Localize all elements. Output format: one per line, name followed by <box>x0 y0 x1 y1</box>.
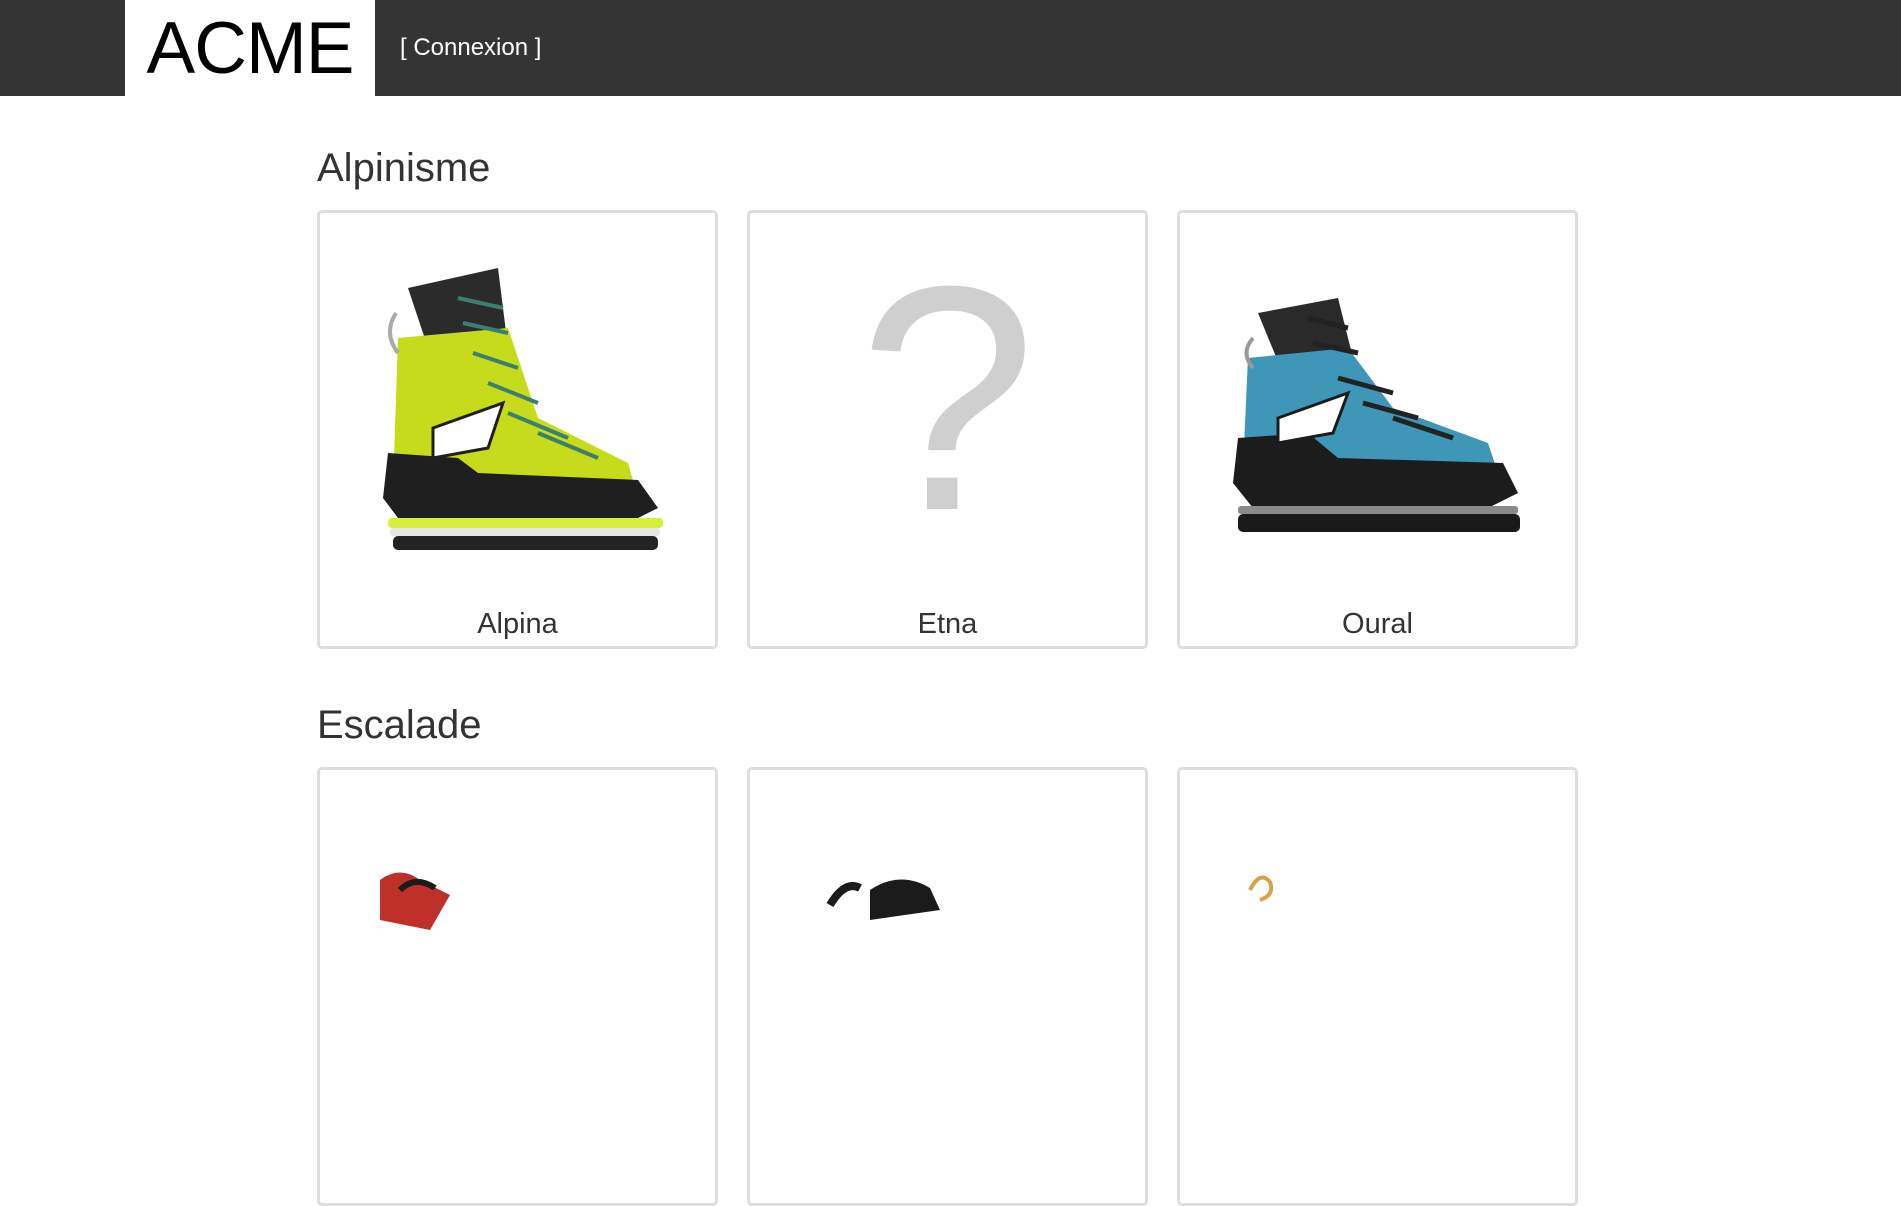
product-image-oural <box>1180 213 1575 583</box>
product-card-alpina[interactable]: Alpina <box>317 210 718 649</box>
product-card-climbing-2[interactable] <box>747 767 1148 1206</box>
product-card-climbing-1[interactable] <box>317 767 718 1206</box>
product-card-etna[interactable]: ? Etna <box>747 210 1148 649</box>
product-image-climbing-1 <box>320 770 715 1140</box>
lime-boot-icon <box>382 268 663 550</box>
black-climbing-shoe-icon <box>826 879 940 920</box>
section-title-alpinisme: Alpinisme <box>317 146 491 190</box>
product-card-climbing-3[interactable] <box>1177 767 1578 1206</box>
top-navbar: ACME [ Connexion ] <box>0 0 1901 96</box>
question-mark-icon: ? <box>858 219 1037 577</box>
product-image-climbing-3 <box>1180 770 1575 1140</box>
acme-logo[interactable]: ACME <box>125 0 375 96</box>
product-name: Alpina <box>477 608 558 640</box>
login-link[interactable]: [ Connexion ] <box>400 34 541 62</box>
product-name: Oural <box>1342 608 1413 640</box>
product-card-oural[interactable]: Oural <box>1177 210 1578 649</box>
product-image-alpina <box>320 213 715 583</box>
product-image-etna: ? <box>750 213 1145 583</box>
product-image-climbing-2 <box>750 770 1145 1140</box>
blue-boot-icon <box>1232 298 1520 532</box>
section-title-escalade: Escalade <box>317 703 482 747</box>
product-name: Etna <box>917 608 978 640</box>
red-climbing-shoe-icon <box>380 872 450 930</box>
tan-climbing-shoe-icon <box>1248 875 1274 902</box>
